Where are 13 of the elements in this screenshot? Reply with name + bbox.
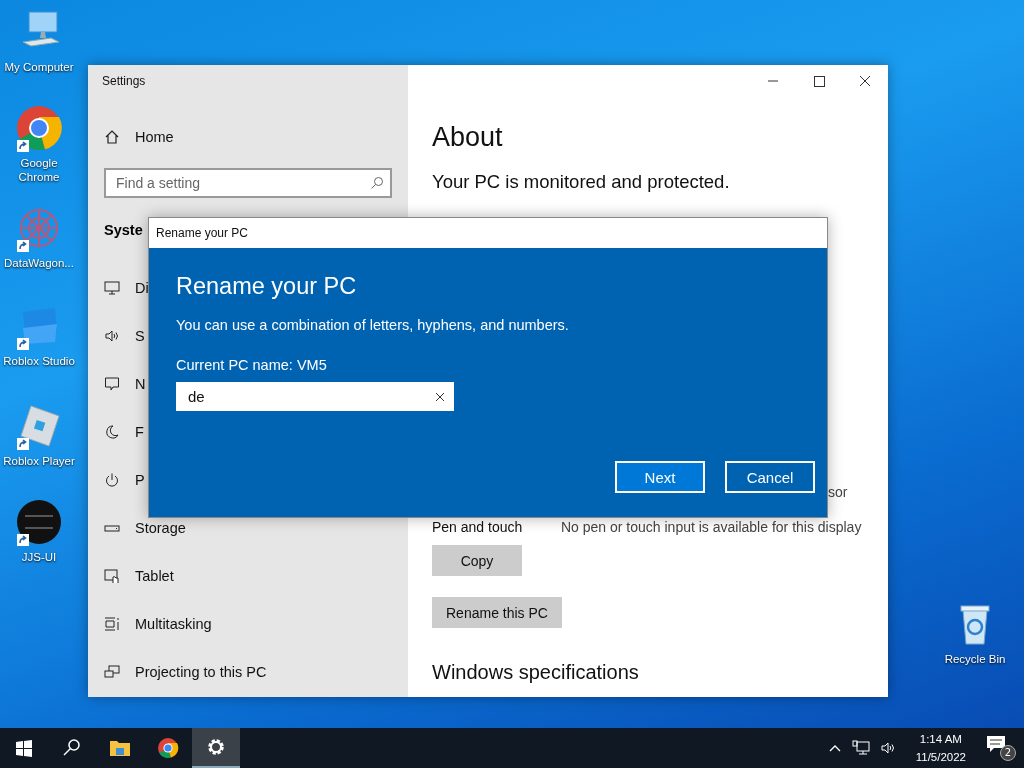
section-heading: Windows specifications — [432, 660, 640, 685]
status-text: Your PC is monitored and protected. — [432, 170, 731, 194]
spec-value: sor — [828, 484, 848, 500]
spec-label: Pen and touch — [432, 518, 524, 537]
dialog-title: Rename your PC — [149, 218, 827, 248]
hint-text: You can use a combination of letters, hyphens, and numbers. — [176, 316, 570, 335]
page-title: About — [432, 121, 504, 154]
window-title: Settings — [102, 73, 147, 90]
spec-value: No pen or touch input is available for this display — [561, 518, 862, 537]
current-name-text: Current PC name: VM5 — [176, 356, 328, 375]
section-heading: Syste — [104, 221, 143, 240]
notification-count: 2 — [1000, 745, 1016, 761]
dialog-heading: Rename your PC — [176, 272, 358, 301]
